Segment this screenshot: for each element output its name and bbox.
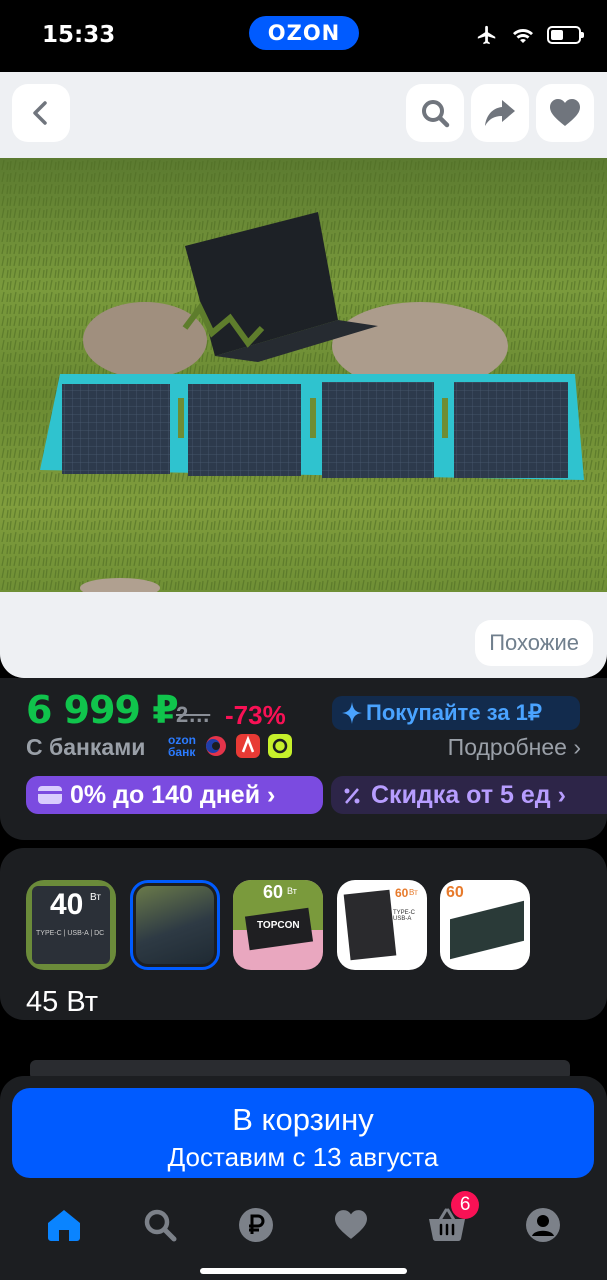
home-icon [47, 1210, 80, 1241]
search-icon [422, 100, 450, 128]
variant-thumb-label: 60 [395, 886, 409, 900]
profile-icon [526, 1208, 561, 1242]
installment-chip[interactable]: 0% до 140 дней › [26, 776, 323, 814]
heart-icon [335, 1210, 368, 1239]
selected-variant-label: 45 Вт [26, 986, 98, 1018]
bank-logo-red [236, 734, 260, 758]
variant-thumb-selected[interactable] [130, 880, 220, 970]
ozon-logo[interactable]: OZON [249, 16, 359, 50]
banks-label: С банками [26, 734, 146, 760]
tab-search[interactable] [130, 1195, 190, 1255]
back-button[interactable] [12, 84, 70, 142]
tab-home[interactable] [34, 1195, 94, 1255]
bulk-discount-chip[interactable]: Скидка от 5 ед › [331, 776, 607, 814]
variant-thumb-unit: Вт [287, 886, 297, 896]
price: 6 999 ₽ [26, 688, 179, 732]
cart-count-badge: 6 [451, 1191, 480, 1219]
variant-thumb-label: 60 [446, 884, 464, 901]
discount-badge: -73% [225, 700, 286, 730]
heart-icon [550, 99, 580, 126]
home-indicator [200, 1268, 407, 1274]
airplane-icon [477, 25, 496, 45]
variant-thumb[interactable]: 40 Вт TYPE-C | USB-A | DC [26, 880, 116, 970]
share-button[interactable] [471, 84, 529, 142]
similar-button[interactable]: Похожие [475, 620, 593, 666]
variant-thumb-caption: TYPE-C USB-A [393, 910, 416, 922]
share-icon [485, 100, 515, 126]
bank-logo-green [268, 734, 292, 758]
card-icon [38, 786, 62, 804]
percent-icon [344, 788, 360, 804]
product-photo[interactable] [0, 158, 607, 592]
old-price: 2… [176, 702, 211, 727]
tab-bar: 6 [0, 1191, 607, 1256]
system-icons [475, 24, 584, 46]
variant-thumb-unit: Вт [90, 892, 101, 903]
variant-thumb-label: 40 [50, 888, 84, 921]
product-gallery-card: Похожие [0, 72, 607, 678]
price-card: 6 999 ₽ 2… -73% Покупайте за 1₽ С банкам… [0, 678, 607, 840]
delivery-date-label: Доставим с 13 августа [167, 1142, 439, 1172]
variant-thumb[interactable]: 60 [440, 880, 530, 970]
variants-card: 40 Вт TYPE-C | USB-A | DC 60 Вт TOPCON 6… [0, 848, 607, 1020]
add-to-cart-title: В корзину [232, 1102, 374, 1137]
search-icon [144, 1209, 177, 1242]
status-bar: 15:33 OZON [0, 0, 607, 72]
buy-for-1-ruble-button[interactable]: Покупайте за 1₽ [332, 696, 580, 730]
add-to-cart-button[interactable]: В корзину Доставим с 13 августа [12, 1088, 594, 1178]
variant-thumb-label: 60 [263, 882, 284, 902]
sparkle-icon [342, 702, 362, 724]
chevron-left-icon [33, 101, 47, 125]
tab-favorites[interactable] [321, 1195, 381, 1255]
ozon-bank-logo: ozon банк [168, 733, 196, 759]
variant-thumb-caption: TOPCON [257, 920, 300, 931]
bank-logo-blue-red [206, 736, 226, 756]
tab-payments[interactable] [226, 1195, 286, 1255]
variant-thumb[interactable]: 60 Вт TOPCON [233, 880, 323, 970]
wifi-icon [513, 29, 533, 43]
favorite-button[interactable] [536, 84, 594, 142]
variant-thumb-caption: TYPE-C | USB-A | DC [36, 930, 105, 937]
variant-thumb[interactable]: 60 Вт TYPE-C USB-A [337, 880, 427, 970]
ruble-circle-icon [238, 1208, 273, 1242]
installment-chip-label: 0% до 140 дней › [70, 781, 276, 809]
product-image-solar-panel [0, 158, 607, 592]
status-time: 15:33 [42, 22, 116, 48]
bulk-discount-chip-label: Скидка от 5 ед › [371, 781, 566, 809]
battery-icon [547, 26, 584, 44]
variant-thumb-unit: Вт [409, 888, 418, 897]
tab-cart[interactable]: 6 [417, 1191, 480, 1255]
tab-profile[interactable] [513, 1195, 573, 1255]
search-button[interactable] [406, 84, 464, 142]
bank-logos: ozon банк [168, 734, 292, 758]
more-link[interactable]: Подробнее › [448, 734, 581, 761]
